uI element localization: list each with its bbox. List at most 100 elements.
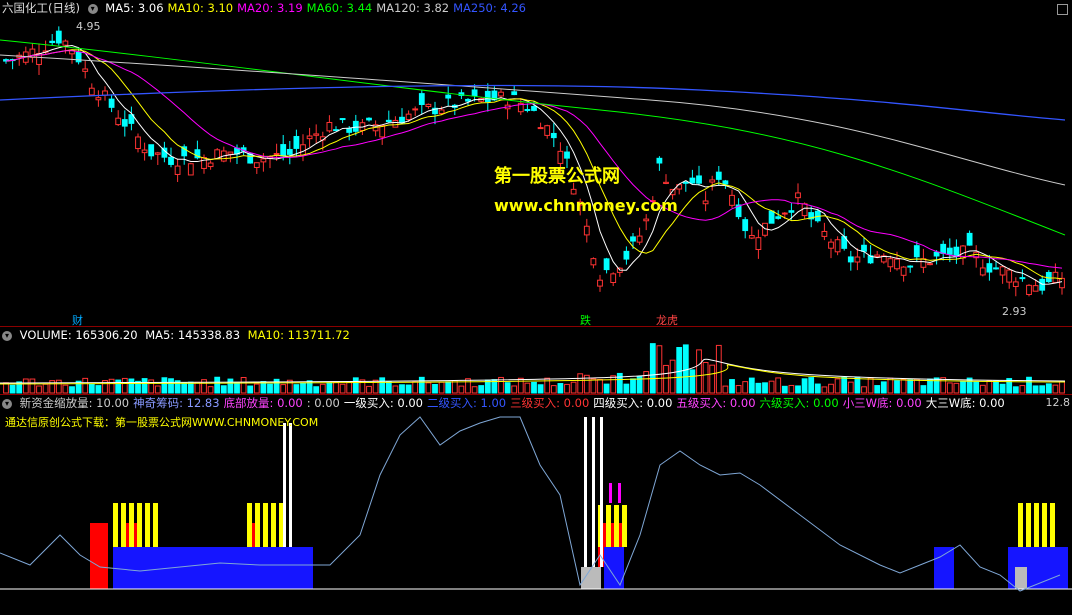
signal-stripe-yellow [153,503,158,547]
volume-bar [459,386,464,393]
candle-body [901,267,906,275]
candle-body [1027,285,1032,294]
candle-body [683,182,688,183]
signal-bar-white [584,417,587,567]
volume-bar [439,382,444,393]
indicator-panel[interactable]: ▾ 新资金缩放量: 10.00神奇筹码: 12.83底部放量: 0.00: 0.… [0,394,1072,615]
candle-body [1013,282,1018,287]
volume-bar [518,378,523,393]
volume-bar [901,379,906,393]
volume-bar [30,379,35,393]
volume-bar [822,387,827,393]
volume-bar [558,384,563,393]
signal-stripe-magenta [618,483,621,503]
candle-body [208,163,213,167]
volume-bar [591,379,596,393]
ma-legend-item: MA250: 4.26 [453,1,526,15]
candle-body [551,133,556,137]
signal-stripe-magenta [609,483,612,503]
volume-bar [1033,386,1038,393]
indicator-toggle-icon[interactable]: ▾ [2,399,12,409]
volume-bar [386,382,391,393]
indicator-legend-items: 新资金缩放量: 10.00神奇筹码: 12.83底部放量: 0.00: 0.00… [20,396,1009,410]
ma-legend: MA5: 3.06MA10: 3.10MA20: 3.19MA60: 3.44M… [105,1,530,15]
indicator-legend-item: 四级买入: 0.00 [593,396,672,410]
legend-toggle-icon[interactable]: ▾ [88,4,98,14]
candle-body [604,259,609,270]
volume-bar [617,373,622,393]
candle-body [149,145,154,156]
volume-bar [162,378,167,393]
indicator-legend-item: : 0.00 [307,396,340,410]
volume-bar [169,379,174,393]
candle-body [862,245,867,251]
signal-stripe-yellow [1026,503,1031,547]
volume-bar [802,379,807,393]
candle-body [545,126,550,136]
candle-body [802,204,807,216]
volume-bar [466,379,471,393]
candle-body [690,178,695,183]
volume-bar [472,387,477,393]
volume-legend: ▾ VOLUME: 165306.20 MA5: 145338.83 MA10:… [2,328,354,342]
volume-bar [89,384,94,393]
candle-body [888,259,893,267]
candle-body [1060,278,1065,287]
volume-bar [254,384,259,393]
signal-stripe-yellow [255,503,260,547]
volume-bar [868,378,873,393]
candle-body [202,158,207,169]
candle-body [538,128,543,129]
candle-body [571,189,576,194]
candle-body [611,274,616,283]
signal-stripe-yellow [247,503,252,547]
signal-block-blue [113,547,313,589]
candle-body [776,217,781,219]
volume-bar [155,386,160,393]
volume-bar [1013,387,1018,393]
high-price-label: 4.95 [74,20,103,33]
volume-bar [70,387,75,393]
candle-body [789,211,794,213]
volume-bar [294,385,299,393]
volume-bar [815,384,820,393]
candle-body [1033,286,1038,292]
candle-body [287,149,292,154]
volume-bar [730,380,735,393]
candle-body [835,240,840,252]
ma-legend-item: MA60: 3.44 [307,1,373,15]
volume-bar [862,387,867,393]
indicator-legend-item: 三级买入: 0.00 [510,396,589,410]
signal-stripe-yellow [129,503,134,547]
candle-body [697,176,702,183]
signal-stripe-yellow [1034,503,1039,547]
volume-panel[interactable]: ▾ VOLUME: 165306.20 MA5: 145338.83 MA10:… [0,326,1072,395]
candle-body [908,266,913,267]
volume-bar [604,384,609,393]
volume-bar [703,362,708,393]
volume-bar [43,384,48,393]
volume-bar [1027,377,1032,393]
candle-body [340,119,345,120]
candle-body [472,90,477,96]
candle-body [56,31,61,43]
panel-config-icon[interactable] [1057,4,1068,15]
signal-stripe-yellow [1042,503,1047,547]
volume-bar [347,382,352,393]
volume-bar [631,379,636,393]
price-panel[interactable]: 六国化工(日线) ▾ MA5: 3.06MA10: 3.10MA20: 3.19… [0,0,1072,326]
indicator-legend-item: 小三W底: 0.00 [843,396,922,410]
candle-body [307,136,312,139]
candle-body [1020,278,1025,279]
formula-source: 通达信原创公式下载：第一股票公式网WWW.CHNMONEY.COM [3,414,320,430]
signal-stripe-yellow [606,505,611,547]
candle-body [914,246,919,257]
volume-toggle-icon[interactable]: ▾ [2,331,12,341]
volume-bar [565,384,570,393]
volume-bar [433,385,438,393]
volume-bar [268,384,273,393]
indicator-legend: ▾ 新资金缩放量: 10.00神奇筹码: 12.83底部放量: 0.00: 0.… [2,396,1013,410]
indicator-legend-item: 六级买入: 0.00 [760,396,839,410]
candle-body [624,251,629,259]
volume-bar [881,382,886,393]
